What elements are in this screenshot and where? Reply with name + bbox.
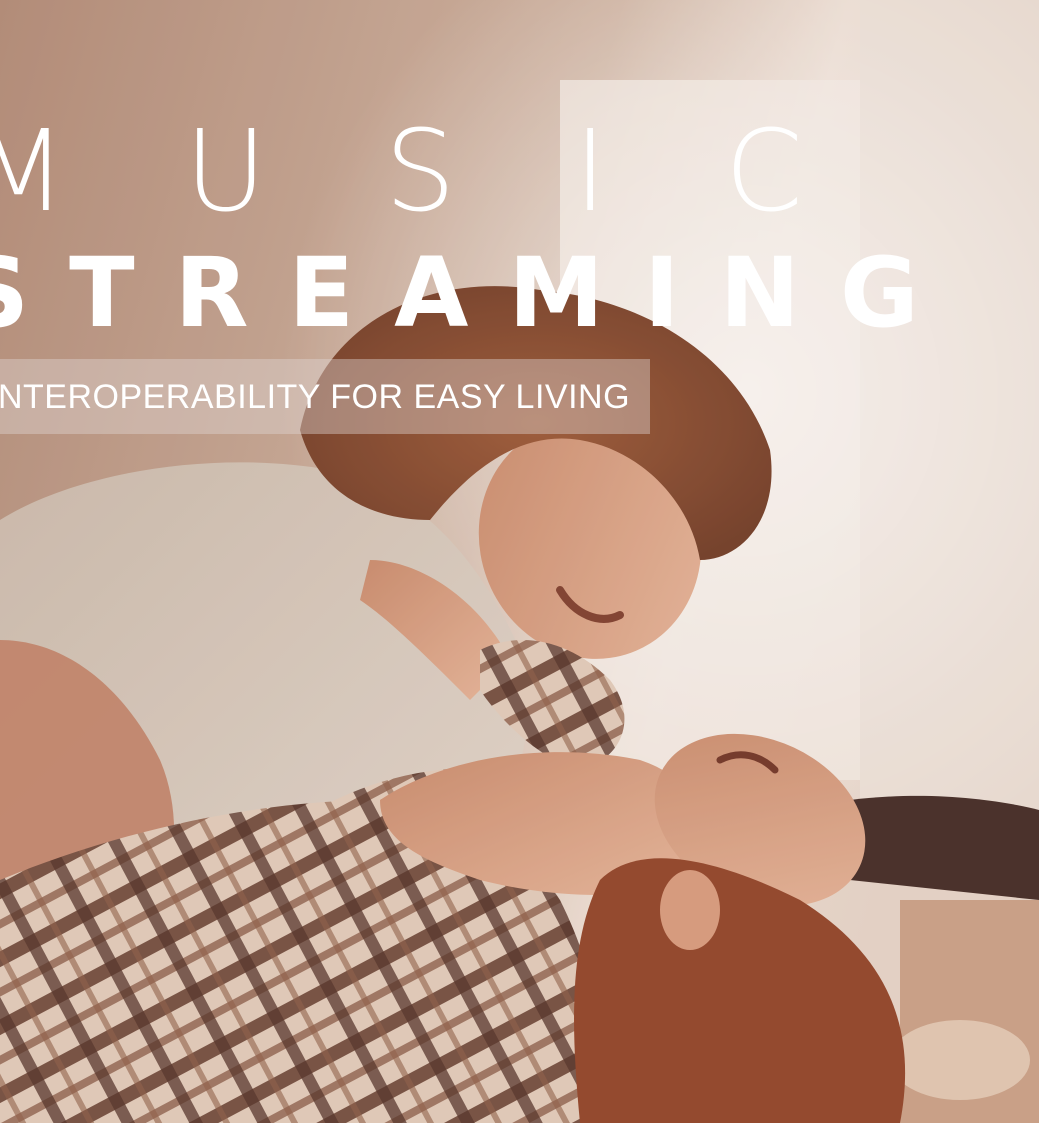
tagline: INTEROPERABILITY FOR EASY LIVING — [0, 378, 631, 416]
headline-music: MUSIC — [0, 107, 921, 237]
poster-page: MUSIC STREAMING INTEROPERABILITY FOR EAS… — [0, 0, 1039, 1123]
headline-streaming: STREAMING — [0, 237, 959, 349]
